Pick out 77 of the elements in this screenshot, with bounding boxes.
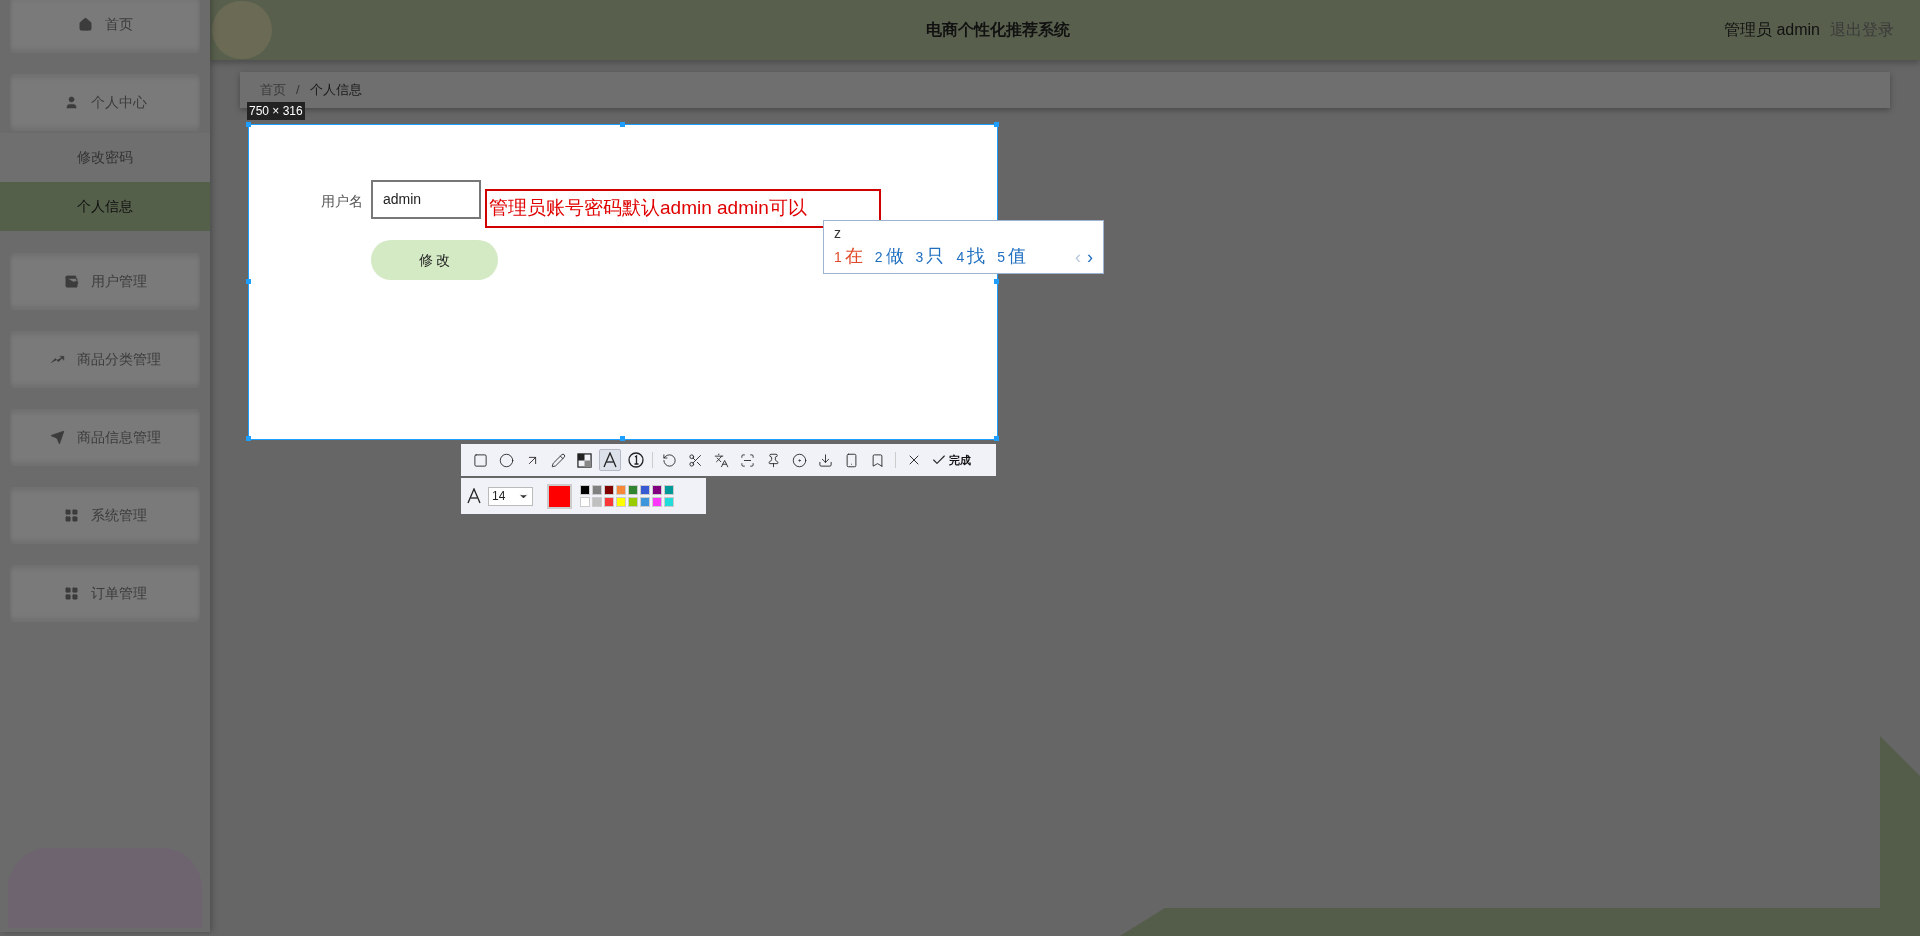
- resize-handle[interactable]: [620, 122, 625, 127]
- pin-icon: [765, 452, 781, 468]
- sidebar-item[interactable]: 系统管理: [10, 487, 200, 544]
- breadcrumb-item: 个人信息: [309, 81, 362, 100]
- undo-icon: [661, 452, 677, 468]
- sidebar-item[interactable]: 商品分类管理: [10, 331, 200, 388]
- logo-placeholder: [212, 1, 272, 59]
- paper-plane-icon: [49, 430, 65, 445]
- color-swatch[interactable]: [580, 485, 590, 495]
- resize-handle[interactable]: [246, 122, 251, 127]
- submenu-item[interactable]: 修改密码: [0, 133, 210, 182]
- color-swatch[interactable]: [604, 485, 614, 495]
- resize-handle[interactable]: [994, 279, 999, 284]
- ime-candidate[interactable]: 5 值: [997, 243, 1026, 270]
- resize-handle[interactable]: [246, 279, 251, 284]
- scan-icon: [739, 452, 755, 468]
- resize-handle[interactable]: [246, 436, 251, 441]
- translate-icon: [713, 452, 729, 468]
- current-color-swatch[interactable]: [547, 483, 572, 509]
- field-label: 用户名: [320, 192, 363, 211]
- breadcrumb-separator: /: [296, 81, 300, 100]
- username-field[interactable]: admin: [371, 180, 481, 219]
- done-button[interactable]: 完成: [931, 451, 971, 469]
- ime-candidate[interactable]: 4 找: [956, 243, 986, 270]
- color-swatch[interactable]: [652, 497, 662, 507]
- download-icon: [817, 452, 833, 468]
- text-tool-icon: [602, 452, 618, 468]
- color-swatch[interactable]: [640, 497, 650, 507]
- size-label: 750 × 316: [247, 102, 305, 120]
- ime-prev-arrow[interactable]: ‹: [1075, 243, 1081, 270]
- resize-handle[interactable]: [994, 436, 999, 441]
- color-swatch[interactable]: [664, 497, 674, 507]
- text-annotation[interactable]: 管理员账号密码默认admin admin可以: [485, 189, 881, 228]
- sidebar-item[interactable]: 订单管理: [10, 565, 200, 622]
- sidebar-item[interactable]: 用户管理: [10, 253, 200, 310]
- grid-icon: [63, 586, 79, 601]
- color-swatch[interactable]: [628, 497, 638, 507]
- font-size-select[interactable]: 14: [488, 486, 533, 506]
- record-icon: [791, 452, 807, 468]
- wallet-icon: [63, 274, 79, 289]
- font-icon: [466, 488, 482, 504]
- ime-candidate[interactable]: 1 在: [834, 243, 863, 270]
- resize-handle[interactable]: [994, 122, 999, 127]
- color-swatch[interactable]: [592, 497, 602, 507]
- pencil-icon: [550, 452, 566, 468]
- sidebar-item[interactable]: 首页: [10, 0, 200, 53]
- numbered-marker-tool[interactable]: [625, 449, 647, 471]
- submit-button[interactable]: 修 改: [371, 240, 498, 280]
- color-swatch[interactable]: [664, 485, 674, 495]
- text-tool-tool[interactable]: [599, 449, 621, 471]
- submenu-item[interactable]: 个人信息: [0, 182, 210, 231]
- color-swatch[interactable]: [640, 485, 650, 495]
- home-icon: [77, 17, 93, 32]
- color-swatch[interactable]: [592, 485, 602, 495]
- app-title: 电商个性化推荐系统: [926, 20, 1070, 40]
- scissors-icon: [687, 452, 703, 468]
- mosaic-icon: [576, 452, 592, 468]
- phone-icon: [843, 452, 859, 468]
- numbered-marker-icon: [628, 452, 644, 468]
- bookmark-icon: [869, 452, 885, 468]
- user-label: 管理员 admin: [1723, 20, 1820, 40]
- resize-handle[interactable]: [620, 436, 625, 441]
- color-swatch[interactable]: [628, 485, 638, 495]
- user-icon: [63, 95, 79, 110]
- color-swatch[interactable]: [616, 485, 626, 495]
- color-swatch[interactable]: [580, 497, 590, 507]
- color-swatch[interactable]: [616, 497, 626, 507]
- ime-candidate[interactable]: 2 做: [874, 243, 904, 270]
- ellipse-icon: [498, 452, 514, 468]
- ime-next-arrow[interactable]: ›: [1087, 243, 1093, 270]
- color-swatch[interactable]: [652, 485, 662, 495]
- sidebar-item[interactable]: 个人中心: [10, 74, 200, 131]
- rectangle-icon: [472, 452, 488, 468]
- color-swatch[interactable]: [604, 497, 614, 507]
- grid-icon: [63, 508, 79, 523]
- ime-candidate[interactable]: 3 只: [915, 243, 945, 270]
- sidebar-item[interactable]: 商品信息管理: [10, 409, 200, 466]
